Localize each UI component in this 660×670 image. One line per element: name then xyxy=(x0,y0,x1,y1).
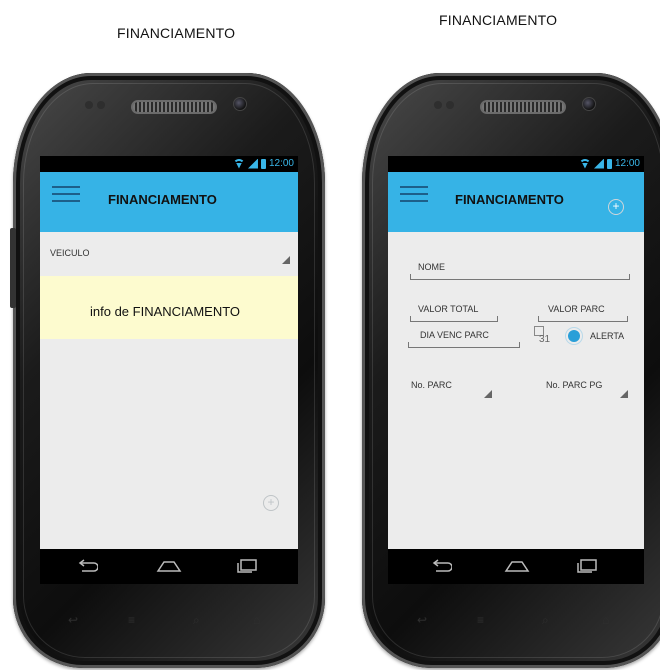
left-phone-frame: 12:00 FINANCIAMENTO VEICULO info de FINA… xyxy=(10,73,325,668)
no-parc-dropdown[interactable]: No. PARC xyxy=(388,378,498,402)
home-icon[interactable] xyxy=(504,559,530,573)
left-app-title: FINANCIAMENTO xyxy=(108,192,217,207)
nome-label: NOME xyxy=(418,262,445,272)
calendar-icon[interactable]: 31 xyxy=(534,326,552,348)
right-screen: 12:00 FINANCIAMENTO + NOME VALOR TOTAL V… xyxy=(388,156,644,584)
wifi-icon xyxy=(578,158,591,169)
hw-menu-icon: ≡ xyxy=(128,613,136,627)
no-parc-pg-dropdown[interactable]: No. PARC PG xyxy=(528,378,644,402)
alerta-radio[interactable]: ALERTA xyxy=(568,329,638,345)
dropdown-arrow-icon xyxy=(620,390,628,398)
menu-icon[interactable] xyxy=(400,186,428,204)
back-icon[interactable] xyxy=(76,559,98,573)
radio-selected-icon xyxy=(568,330,580,342)
left-front-camera xyxy=(233,97,247,111)
hw-search-icon: ⌕ xyxy=(542,613,549,627)
recent-apps-icon[interactable] xyxy=(576,559,598,573)
signal-icon xyxy=(247,158,258,169)
menu-icon[interactable] xyxy=(52,186,80,204)
right-earpiece-speaker xyxy=(480,100,566,114)
right-caption: FINANCIAMENTO xyxy=(439,12,558,28)
hw-menu-icon: ≡ xyxy=(477,613,485,627)
right-sensor xyxy=(434,101,442,109)
valor-total-field[interactable]: VALOR TOTAL xyxy=(388,296,508,322)
add-circle-icon[interactable]: + xyxy=(263,495,279,511)
battery-icon xyxy=(260,158,266,169)
left-sensor-2 xyxy=(97,101,105,109)
valor-parc-underline xyxy=(538,316,628,322)
left-status-bar: 12:00 xyxy=(40,156,298,172)
valor-parc-label: VALOR PARC xyxy=(548,304,605,314)
back-icon[interactable] xyxy=(430,559,452,573)
hw-home-icon: ⌂ xyxy=(602,613,610,627)
recent-apps-icon[interactable] xyxy=(236,559,258,573)
dia-venc-parc-field[interactable]: DIA VENC PARC xyxy=(388,322,528,348)
home-icon[interactable] xyxy=(156,559,182,573)
vehicle-dropdown[interactable]: VEICULO xyxy=(40,232,298,276)
dropdown-arrow-icon xyxy=(282,256,290,264)
left-app-bar: FINANCIAMENTO xyxy=(40,172,298,232)
no-parc-label: No. PARC xyxy=(411,380,452,390)
calendar-day: 31 xyxy=(539,334,551,345)
dia-venc-parc-underline xyxy=(408,342,520,348)
status-time: 12:00 xyxy=(268,158,294,169)
status-time: 12:00 xyxy=(614,158,640,169)
no-parc-pg-label: No. PARC PG xyxy=(546,380,603,390)
info-text: info de FINANCIAMENTO xyxy=(90,304,241,319)
hw-back-icon: ↩ xyxy=(68,613,79,627)
nome-underline xyxy=(410,274,630,280)
left-hardware-keys: ↩ ≡ ⌕ ⌂ xyxy=(13,613,325,633)
right-front-camera xyxy=(582,97,596,111)
hw-search-icon: ⌕ xyxy=(193,613,200,627)
left-nav-bar xyxy=(40,549,298,584)
right-status-bar: 12:00 xyxy=(388,156,644,172)
add-circle-icon[interactable]: + xyxy=(608,199,624,215)
right-nav-bar xyxy=(388,549,644,584)
right-app-bar: FINANCIAMENTO + xyxy=(388,172,644,232)
left-volume-button xyxy=(10,228,16,308)
signal-icon xyxy=(593,158,604,169)
right-hardware-keys: ↩ ≡ ⌕ ⌂ xyxy=(362,613,660,633)
left-sensor xyxy=(85,101,93,109)
info-panel: info de FINANCIAMENTO xyxy=(40,276,298,339)
right-app-title: FINANCIAMENTO xyxy=(455,192,564,207)
vehicle-label: VEICULO xyxy=(50,248,90,258)
dropdown-arrow-icon xyxy=(484,390,492,398)
alerta-label: ALERTA xyxy=(590,331,625,341)
left-screen: 12:00 FINANCIAMENTO VEICULO info de FINA… xyxy=(40,156,298,584)
wifi-icon xyxy=(232,158,245,169)
valor-parc-field[interactable]: VALOR PARC xyxy=(528,296,644,322)
battery-icon xyxy=(606,158,612,169)
valor-total-label: VALOR TOTAL xyxy=(418,304,479,314)
hw-back-icon: ↩ xyxy=(417,613,428,627)
right-sensor-2 xyxy=(446,101,454,109)
dia-venc-parc-label: DIA VENC PARC xyxy=(420,330,489,340)
left-caption: FINANCIAMENTO xyxy=(117,25,236,41)
nome-field[interactable]: NOME xyxy=(388,252,644,280)
right-phone-frame: 12:00 FINANCIAMENTO + NOME VALOR TOTAL V… xyxy=(362,73,660,668)
left-earpiece-speaker xyxy=(131,100,217,114)
hw-home-icon: ⌂ xyxy=(253,613,261,627)
